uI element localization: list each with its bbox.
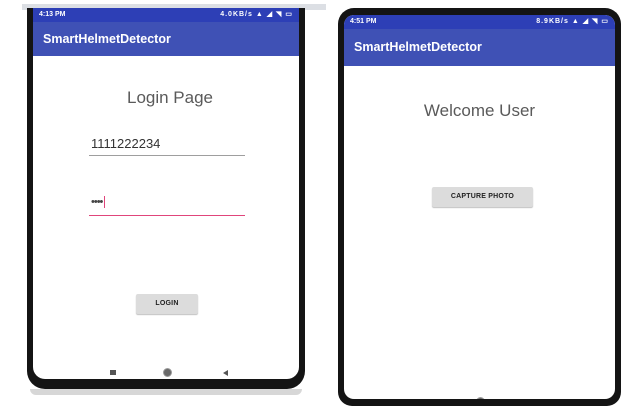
phone-login: 4:13 PM 4.0KB/s ▲ ◢ ◥ ▭ SmartHelmetDetec… [27, 8, 305, 389]
phone-shadow [30, 389, 302, 395]
back-icon[interactable] [223, 370, 228, 376]
app-title: SmartHelmetDetector [354, 40, 482, 54]
status-time: 4:51 PM [350, 18, 377, 25]
phone-number-value: 1111222234 [91, 136, 161, 151]
status-bar: 4:51 PM 8.9KB/s ▲ ◢ ◥ ▭ [344, 15, 615, 29]
status-bar: 4:13 PM 4.0KB/s ▲ ◢ ◥ ▭ [33, 8, 299, 22]
status-icons: 4.0KB/s ▲ ◢ ◥ ▭ [220, 11, 293, 18]
password-value-wrap: •••• [91, 196, 106, 209]
app-title: SmartHelmetDetector [43, 32, 171, 46]
capture-photo-button[interactable]: CAPTURE PHOTO [432, 187, 533, 207]
home-icon[interactable] [476, 397, 485, 399]
login-button[interactable]: LOGIN [136, 294, 198, 314]
nav-bar [344, 394, 615, 399]
phone-number-field[interactable]: 1111222234 [89, 134, 245, 156]
password-field[interactable]: •••• [89, 194, 245, 216]
recent-apps-icon[interactable] [110, 370, 116, 375]
status-icons: 8.9KB/s ▲ ◢ ◥ ▭ [536, 18, 609, 25]
app-bar: SmartHelmetDetector [344, 29, 615, 66]
nav-bar [33, 365, 299, 379]
page-title: Login Page [126, 88, 214, 107]
app-bar: SmartHelmetDetector [33, 22, 299, 56]
text-cursor [104, 196, 106, 209]
home-icon[interactable] [163, 368, 172, 377]
login-screen: 4:13 PM 4.0KB/s ▲ ◢ ◥ ▭ SmartHelmetDetec… [33, 8, 299, 379]
phone-welcome: 4:51 PM 8.9KB/s ▲ ◢ ◥ ▭ SmartHelmetDetec… [338, 8, 621, 406]
password-value: •••• [91, 196, 103, 208]
welcome-screen: 4:51 PM 8.9KB/s ▲ ◢ ◥ ▭ SmartHelmetDetec… [344, 15, 615, 399]
status-time: 4:13 PM [39, 11, 66, 18]
welcome-text: Welcome User [423, 101, 536, 120]
screenshot-canvas: 4:13 PM 4.0KB/s ▲ ◢ ◥ ▭ SmartHelmetDetec… [0, 0, 630, 406]
